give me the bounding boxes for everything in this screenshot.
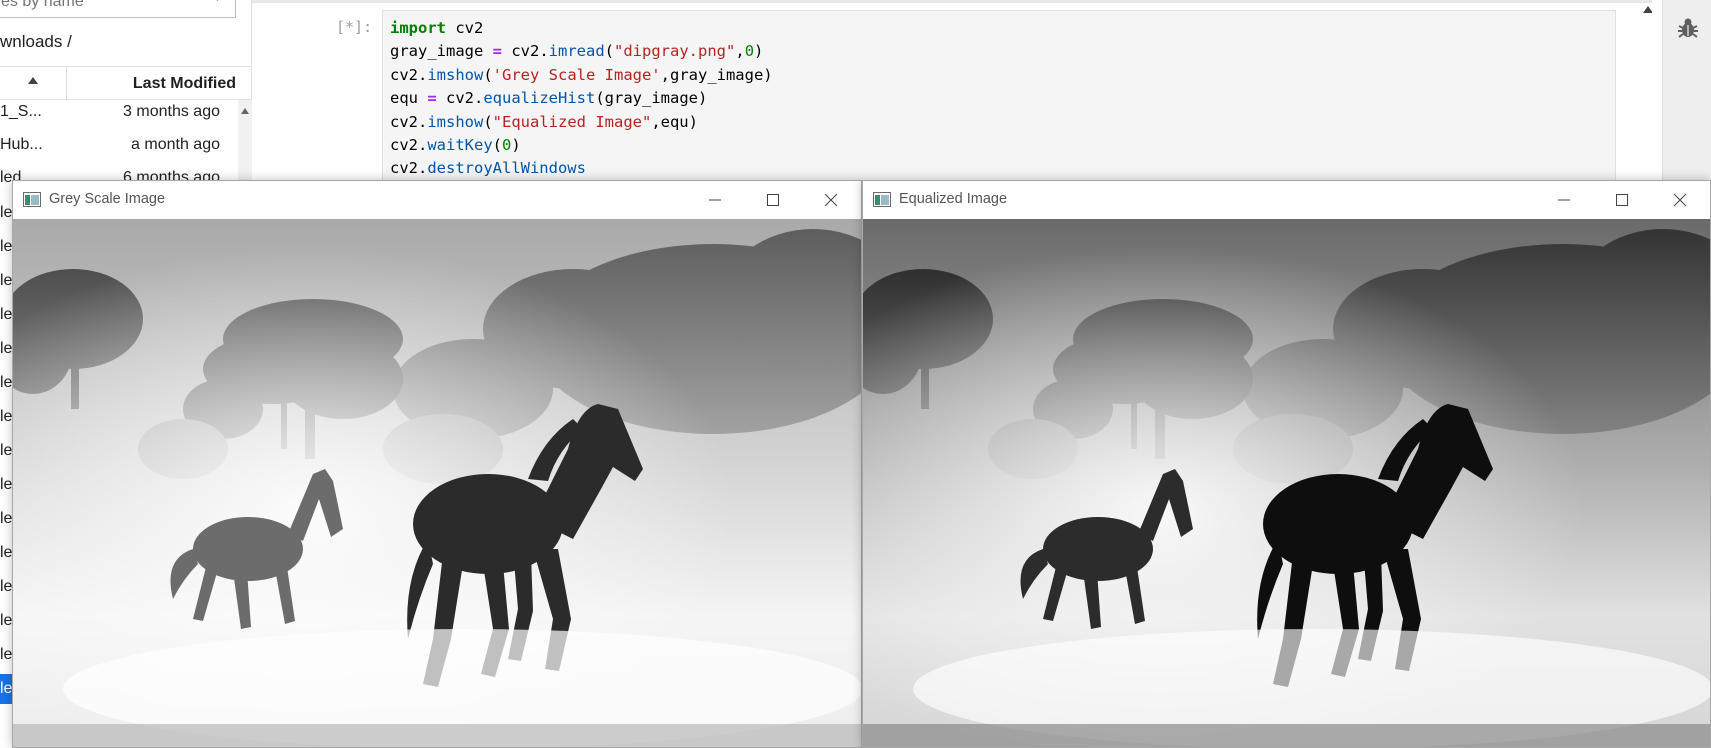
file-row-partial[interactable]: le: [0, 232, 12, 262]
code-line[interactable]: cv2.imshow("Equalized Image",equ): [390, 111, 773, 134]
code-line[interactable]: cv2.destroyAllWindows: [390, 157, 773, 180]
file-filter-input[interactable]: [1, 0, 191, 11]
breadcrumb[interactable]: wnloads /: [0, 32, 72, 52]
code-line[interactable]: gray_image = cv2.imread("dipgray.png",0): [390, 40, 773, 63]
file-row-partial[interactable]: le: [0, 334, 12, 364]
cell-execution-prompt: [*]:: [336, 18, 373, 36]
file-row-partial[interactable]: le: [0, 470, 12, 500]
code-line[interactable]: equ = cv2.equalizeHist(gray_image): [390, 87, 773, 110]
minimize-icon: [709, 199, 721, 201]
cell-divider: [252, 0, 1652, 3]
minimize-button[interactable]: [1536, 181, 1594, 219]
maximize-button[interactable]: [1594, 181, 1652, 219]
window-title: Grey Scale Image: [49, 191, 166, 207]
file-row-partial[interactable]: le: [0, 538, 12, 568]
opencv-window-icon: [873, 192, 891, 207]
close-button[interactable]: [803, 181, 861, 219]
file-row-partial[interactable]: le: [0, 674, 12, 704]
last-modified-column-header[interactable]: Last Modified: [133, 75, 236, 93]
window-titlebar[interactable]: Equalized Image: [863, 181, 1710, 219]
file-row-partial[interactable]: le: [0, 266, 12, 296]
file-row-partial[interactable]: le: [0, 368, 12, 398]
file-modified: a month ago: [131, 136, 220, 153]
file-list-scrollbar[interactable]: [238, 100, 252, 180]
file-row-partial[interactable]: le: [0, 606, 12, 636]
equalized-image: [863, 219, 1710, 747]
code-editor[interactable]: import cv2 gray_image = cv2.imread("dipgr…: [390, 17, 773, 181]
opencv-window-icon: [23, 192, 41, 207]
equalized-photo: [863, 219, 1710, 747]
maximize-icon: [767, 194, 779, 206]
file-list-header: Last Modified: [0, 66, 252, 101]
grey-scale-image: [13, 219, 861, 747]
file-modified: 3 months ago: [123, 103, 220, 120]
file-row-partial[interactable]: le: [0, 504, 12, 534]
code-line[interactable]: import cv2: [390, 17, 773, 40]
equalized-image-window[interactable]: Equalized Image: [862, 180, 1711, 748]
file-row[interactable]: 1_S... 3 months ago: [0, 97, 238, 130]
file-row[interactable]: Hub... a month ago: [0, 130, 238, 163]
window-titlebar[interactable]: Grey Scale Image: [13, 181, 861, 219]
window-title: Equalized Image: [899, 191, 1008, 207]
close-icon: [1673, 193, 1687, 207]
minimize-icon: [1558, 199, 1570, 201]
file-row-partial[interactable]: le: [0, 436, 12, 466]
file-row-partial[interactable]: le: [0, 640, 12, 670]
file-filter-box[interactable]: [0, 0, 236, 18]
close-button[interactable]: [1652, 181, 1710, 219]
file-name: 1_S...: [0, 103, 42, 120]
file-row-partial[interactable]: le: [0, 402, 12, 432]
search-icon[interactable]: [199, 0, 221, 3]
file-row-partial[interactable]: le: [0, 198, 12, 228]
maximize-button[interactable]: [745, 181, 803, 219]
scroll-up-icon[interactable]: [241, 108, 249, 114]
code-line[interactable]: cv2.imshow('Grey Scale Image',gray_image…: [390, 64, 773, 87]
column-divider[interactable]: [66, 67, 67, 101]
grey-scale-image-window[interactable]: Grey Scale Image: [12, 180, 862, 748]
code-cell[interactable]: import cv2 gray_image = cv2.imread("dipgr…: [382, 10, 1616, 190]
minimize-button[interactable]: [687, 181, 745, 219]
code-line[interactable]: cv2.waitKey(0): [390, 134, 773, 157]
bug-icon[interactable]: [1677, 16, 1699, 40]
file-row-partial[interactable]: le: [0, 572, 12, 602]
file-name: Hub...: [0, 136, 43, 153]
grey-scale-photo: [13, 219, 861, 747]
sort-ascending-icon[interactable]: [28, 77, 38, 84]
close-icon: [824, 193, 838, 207]
maximize-icon: [1616, 194, 1628, 206]
file-row-partial[interactable]: le: [0, 300, 12, 330]
